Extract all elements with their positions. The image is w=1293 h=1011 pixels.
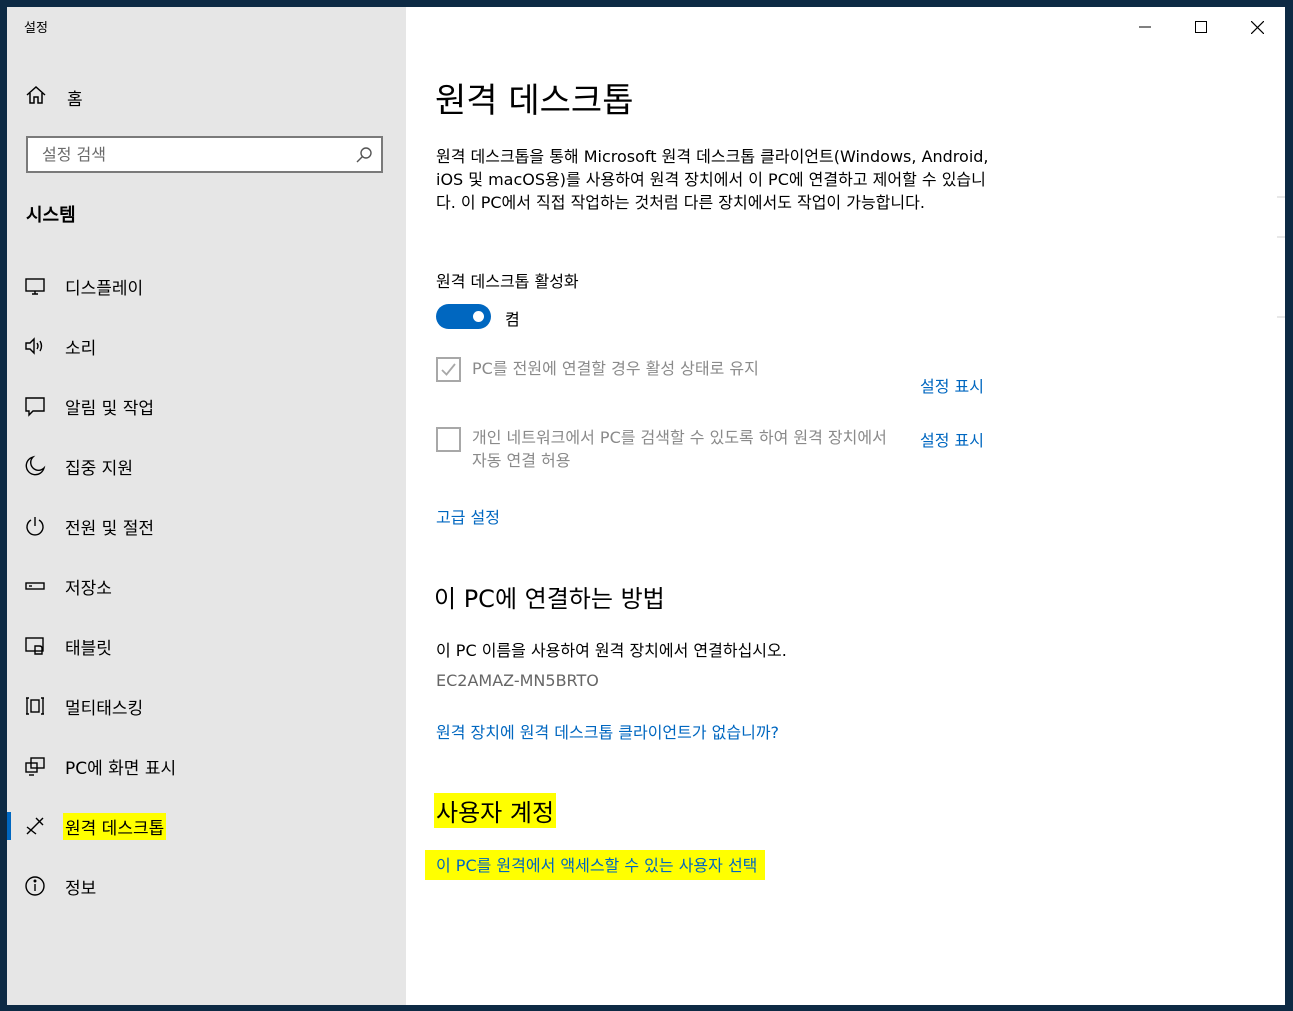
sidebar-item-label: 정보 [65,878,97,899]
multitasking-icon [24,695,46,717]
main-content: 원격 데스크톱 원격 데스크톱을 통해 Microsoft 원격 데스크톱 클라… [406,7,1285,1005]
close-button[interactable] [1234,15,1280,39]
sidebar-item-label: PC에 화면 표시 [65,758,177,779]
no-client-link[interactable]: 원격 장치에 원격 데스크톱 클라이언트가 없습니까? [436,719,779,743]
sidebar-item-label: 소리 [65,338,97,359]
search-input[interactable] [28,138,342,171]
discoverable-label: 개인 네트워크에서 PC를 검색할 수 있도록 하여 원격 장치에서 자동 연결… [472,428,887,470]
sidebar-item-tablet[interactable]: 태블릿 [7,616,406,676]
accounts-heading: 사용자 계정 [434,793,557,828]
keep-awake-label: PC를 전원에 연결할 경우 활성 상태로 유지 [472,359,759,378]
home-icon [25,84,47,110]
settings-window: 설정 홈 시스템 디스플레이 [7,7,1285,1005]
remote-desktop-icon [24,815,46,837]
info-icon [24,875,46,897]
discoverable-checkbox[interactable] [436,427,461,452]
sidebar-item-label: 태블릿 [65,638,112,659]
sidebar-item-label: 집중 지원 [65,458,133,479]
sidebar-item-sound[interactable]: 소리 [7,316,406,376]
sidebar-item-label: 원격 데스크톱 [63,812,167,840]
advanced-settings-link[interactable]: 고급 설정 [436,504,500,528]
sidebar-item-multitasking[interactable]: 멀티태스킹 [7,676,406,736]
sidebar-item-label: 알림 및 작업 [65,398,155,419]
power-icon [24,515,46,537]
home-link[interactable]: 홈 [25,84,83,110]
sidebar-item-label: 디스플레이 [65,278,144,299]
maximize-icon [1195,21,1207,33]
connect-heading: 이 PC에 연결하는 방법 [434,585,665,613]
sidebar-item-label: 멀티태스킹 [65,698,144,719]
toggle-state-label: 켬 [505,310,520,329]
maximize-button[interactable] [1178,15,1224,39]
sidebar-item-label: 저장소 [65,578,112,599]
moon-icon [24,455,46,477]
minimize-button[interactable] [1122,15,1168,39]
sidebar-nav: 디스플레이 소리 알림 및 작업 집중 지원 전원 및 절전 저장소 태블릿 멀… [7,256,406,916]
storage-icon [24,575,46,597]
enable-label: 원격 데스크톱 활성화 [436,272,579,291]
checkmark-icon [441,363,456,376]
description: 원격 데스크톱을 통해 Microsoft 원격 데스크톱 클라이언트(Wind… [436,147,989,212]
section-title: 시스템 [26,205,76,226]
sidebar-item-power[interactable]: 전원 및 절전 [7,496,406,556]
close-icon [1250,20,1264,34]
sidebar-item-notifications[interactable]: 알림 및 작업 [7,376,406,436]
project-icon [24,755,46,777]
sidebar-item-storage[interactable]: 저장소 [7,556,406,616]
display-icon [24,275,46,297]
search-icon[interactable] [355,146,373,168]
connect-text: 이 PC 이름을 사용하여 원격 장치에서 연결하십시오. [436,641,787,660]
select-users-link[interactable]: 이 PC를 원격에서 액세스할 수 있는 사용자 선택 [425,850,766,880]
sidebar-item-about[interactable]: 정보 [7,856,406,916]
page-title: 원격 데스크톱 [435,81,634,121]
sidebar-item-label: 전원 및 절전 [65,518,155,539]
sidebar: 설정 홈 시스템 디스플레이 [7,7,406,1005]
option1-show-settings-link[interactable]: 설정 표시 [920,373,984,397]
pc-name: EC2AMAZ-MN5BRTO [436,671,599,690]
keep-awake-checkbox[interactable] [436,357,461,382]
background-window-edge [1277,196,1285,318]
sidebar-item-project[interactable]: PC에 화면 표시 [7,736,406,796]
option2-show-settings-link[interactable]: 설정 표시 [920,427,984,451]
sidebar-item-focus-assist[interactable]: 집중 지원 [7,436,406,496]
home-label: 홈 [67,89,83,110]
window-title: 설정 [24,21,48,36]
speaker-icon [24,335,46,357]
toggle-knob [473,311,484,322]
notification-icon [24,395,46,417]
minimize-icon [1139,26,1151,28]
enable-remote-desktop-toggle[interactable] [436,304,491,329]
sidebar-item-remote-desktop[interactable]: 원격 데스크톱 [7,796,406,856]
search-box[interactable] [26,136,383,173]
sidebar-item-display[interactable]: 디스플레이 [7,256,406,316]
tablet-icon [24,635,46,657]
